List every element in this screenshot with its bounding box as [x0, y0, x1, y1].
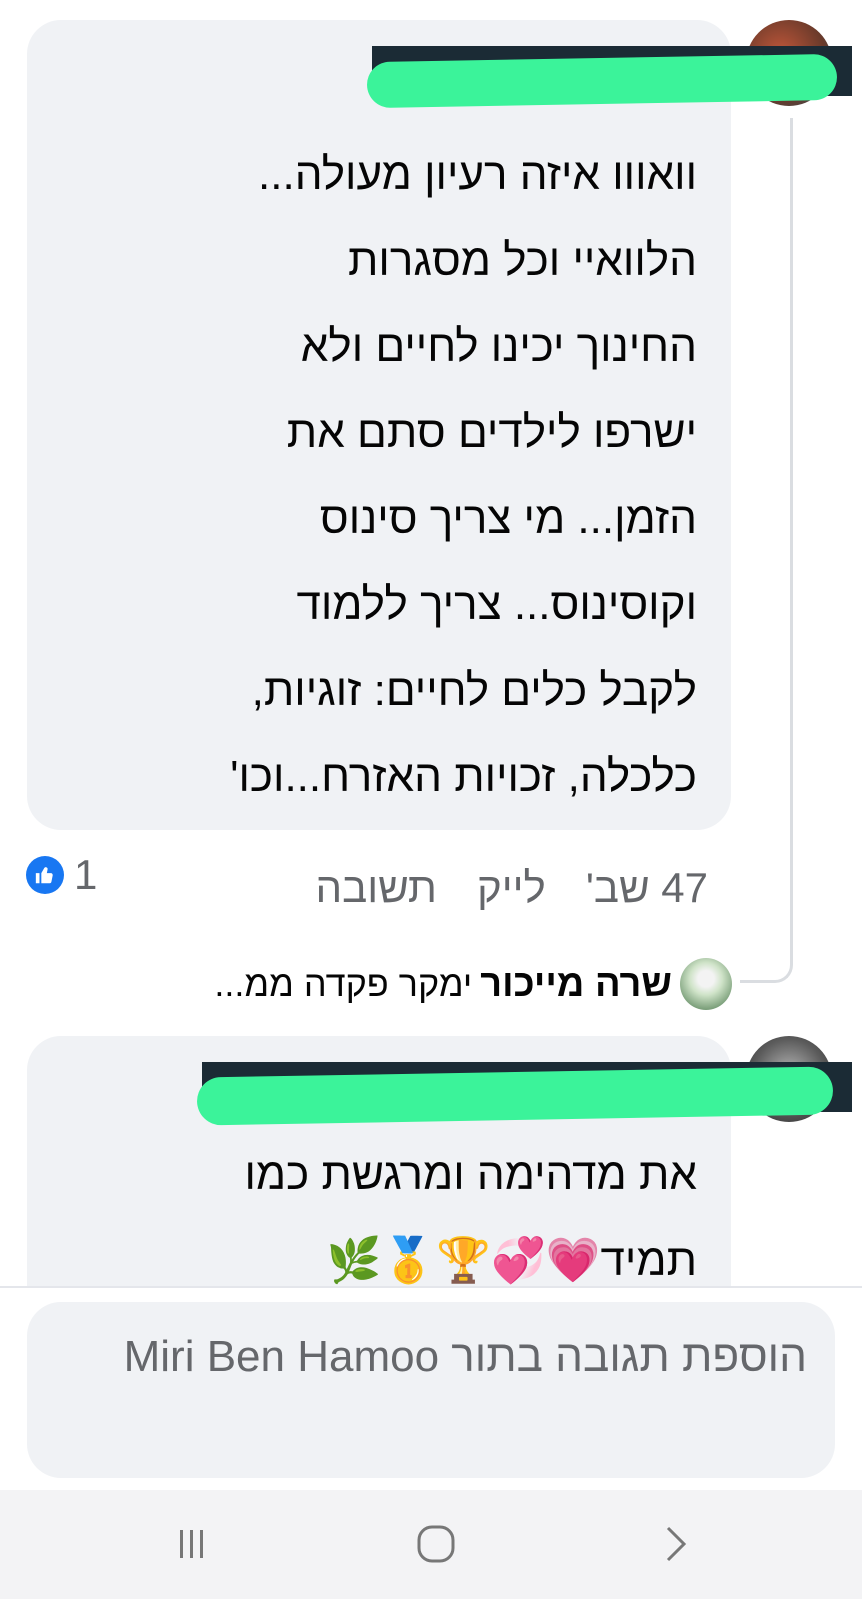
comment-line: לקבל כלים לחיים: זוגיות,	[251, 666, 697, 715]
comment-line: החינוך יכינו לחיים ולא	[300, 322, 697, 371]
redaction-mark	[366, 53, 838, 109]
back-icon[interactable]	[660, 1522, 692, 1566]
comment-composer: הוספת תגובה בתור Miri Ben Hamoo	[0, 1286, 862, 1488]
redaction-mark	[196, 1066, 834, 1126]
comment-line: הלוואיי וכל מסגרות	[348, 236, 697, 285]
reply-author-name: שרה מייכור	[480, 962, 672, 1005]
comment-time: 47 שב'	[585, 864, 708, 911]
like-icon	[26, 856, 64, 894]
reply-button[interactable]: תשובה	[315, 864, 437, 912]
reaction-count-label: 1	[74, 851, 98, 898]
reply-snippet: ימקר פקדה ממ...	[214, 963, 473, 1004]
comment-input-placeholder: הוספת תגובה בתור Miri Ben Hamoo	[123, 1332, 807, 1381]
comment-line: וואווו איזה רעיון מעולה...	[258, 150, 697, 199]
like-button[interactable]: לייק	[477, 864, 546, 912]
comment-line: את מדהימה ומרגשת כמו	[244, 1150, 697, 1199]
home-icon[interactable]	[414, 1522, 458, 1566]
comment-input[interactable]: הוספת תגובה בתור Miri Ben Hamoo	[27, 1302, 835, 1478]
system-navigation-bar	[0, 1490, 862, 1599]
thread-connector-line	[740, 118, 793, 983]
comment-line: וקוסינוס... צריך ללמוד	[296, 580, 697, 629]
comment-bubble[interactable]: וואווו איזה רעיון מעולה... הלוואיי וכל מ…	[27, 20, 852, 830]
reply-avatar	[680, 958, 732, 1010]
comment-line: הזמן... מי צריך סינוס	[319, 494, 697, 543]
comment-line: ישרפו לילדים סתם את	[286, 408, 697, 457]
recent-apps-icon[interactable]	[172, 1524, 212, 1564]
comment-text: את מדהימה ומרגשת כמו תמיד💗💞🏆🥇🌿	[37, 1132, 697, 1304]
comment-actions: 47 שב' לייק תשובה	[315, 864, 708, 912]
comment-line: כלכלה, זכויות האזרח...וכו'	[230, 752, 697, 801]
reaction-count[interactable]: 1	[26, 850, 97, 900]
reply-preview[interactable]: שרה מייכור ימקר פקדה ממ...	[214, 954, 732, 1014]
comment-text: וואווו איזה רעיון מעולה... הלוואיי וכל מ…	[37, 132, 697, 820]
